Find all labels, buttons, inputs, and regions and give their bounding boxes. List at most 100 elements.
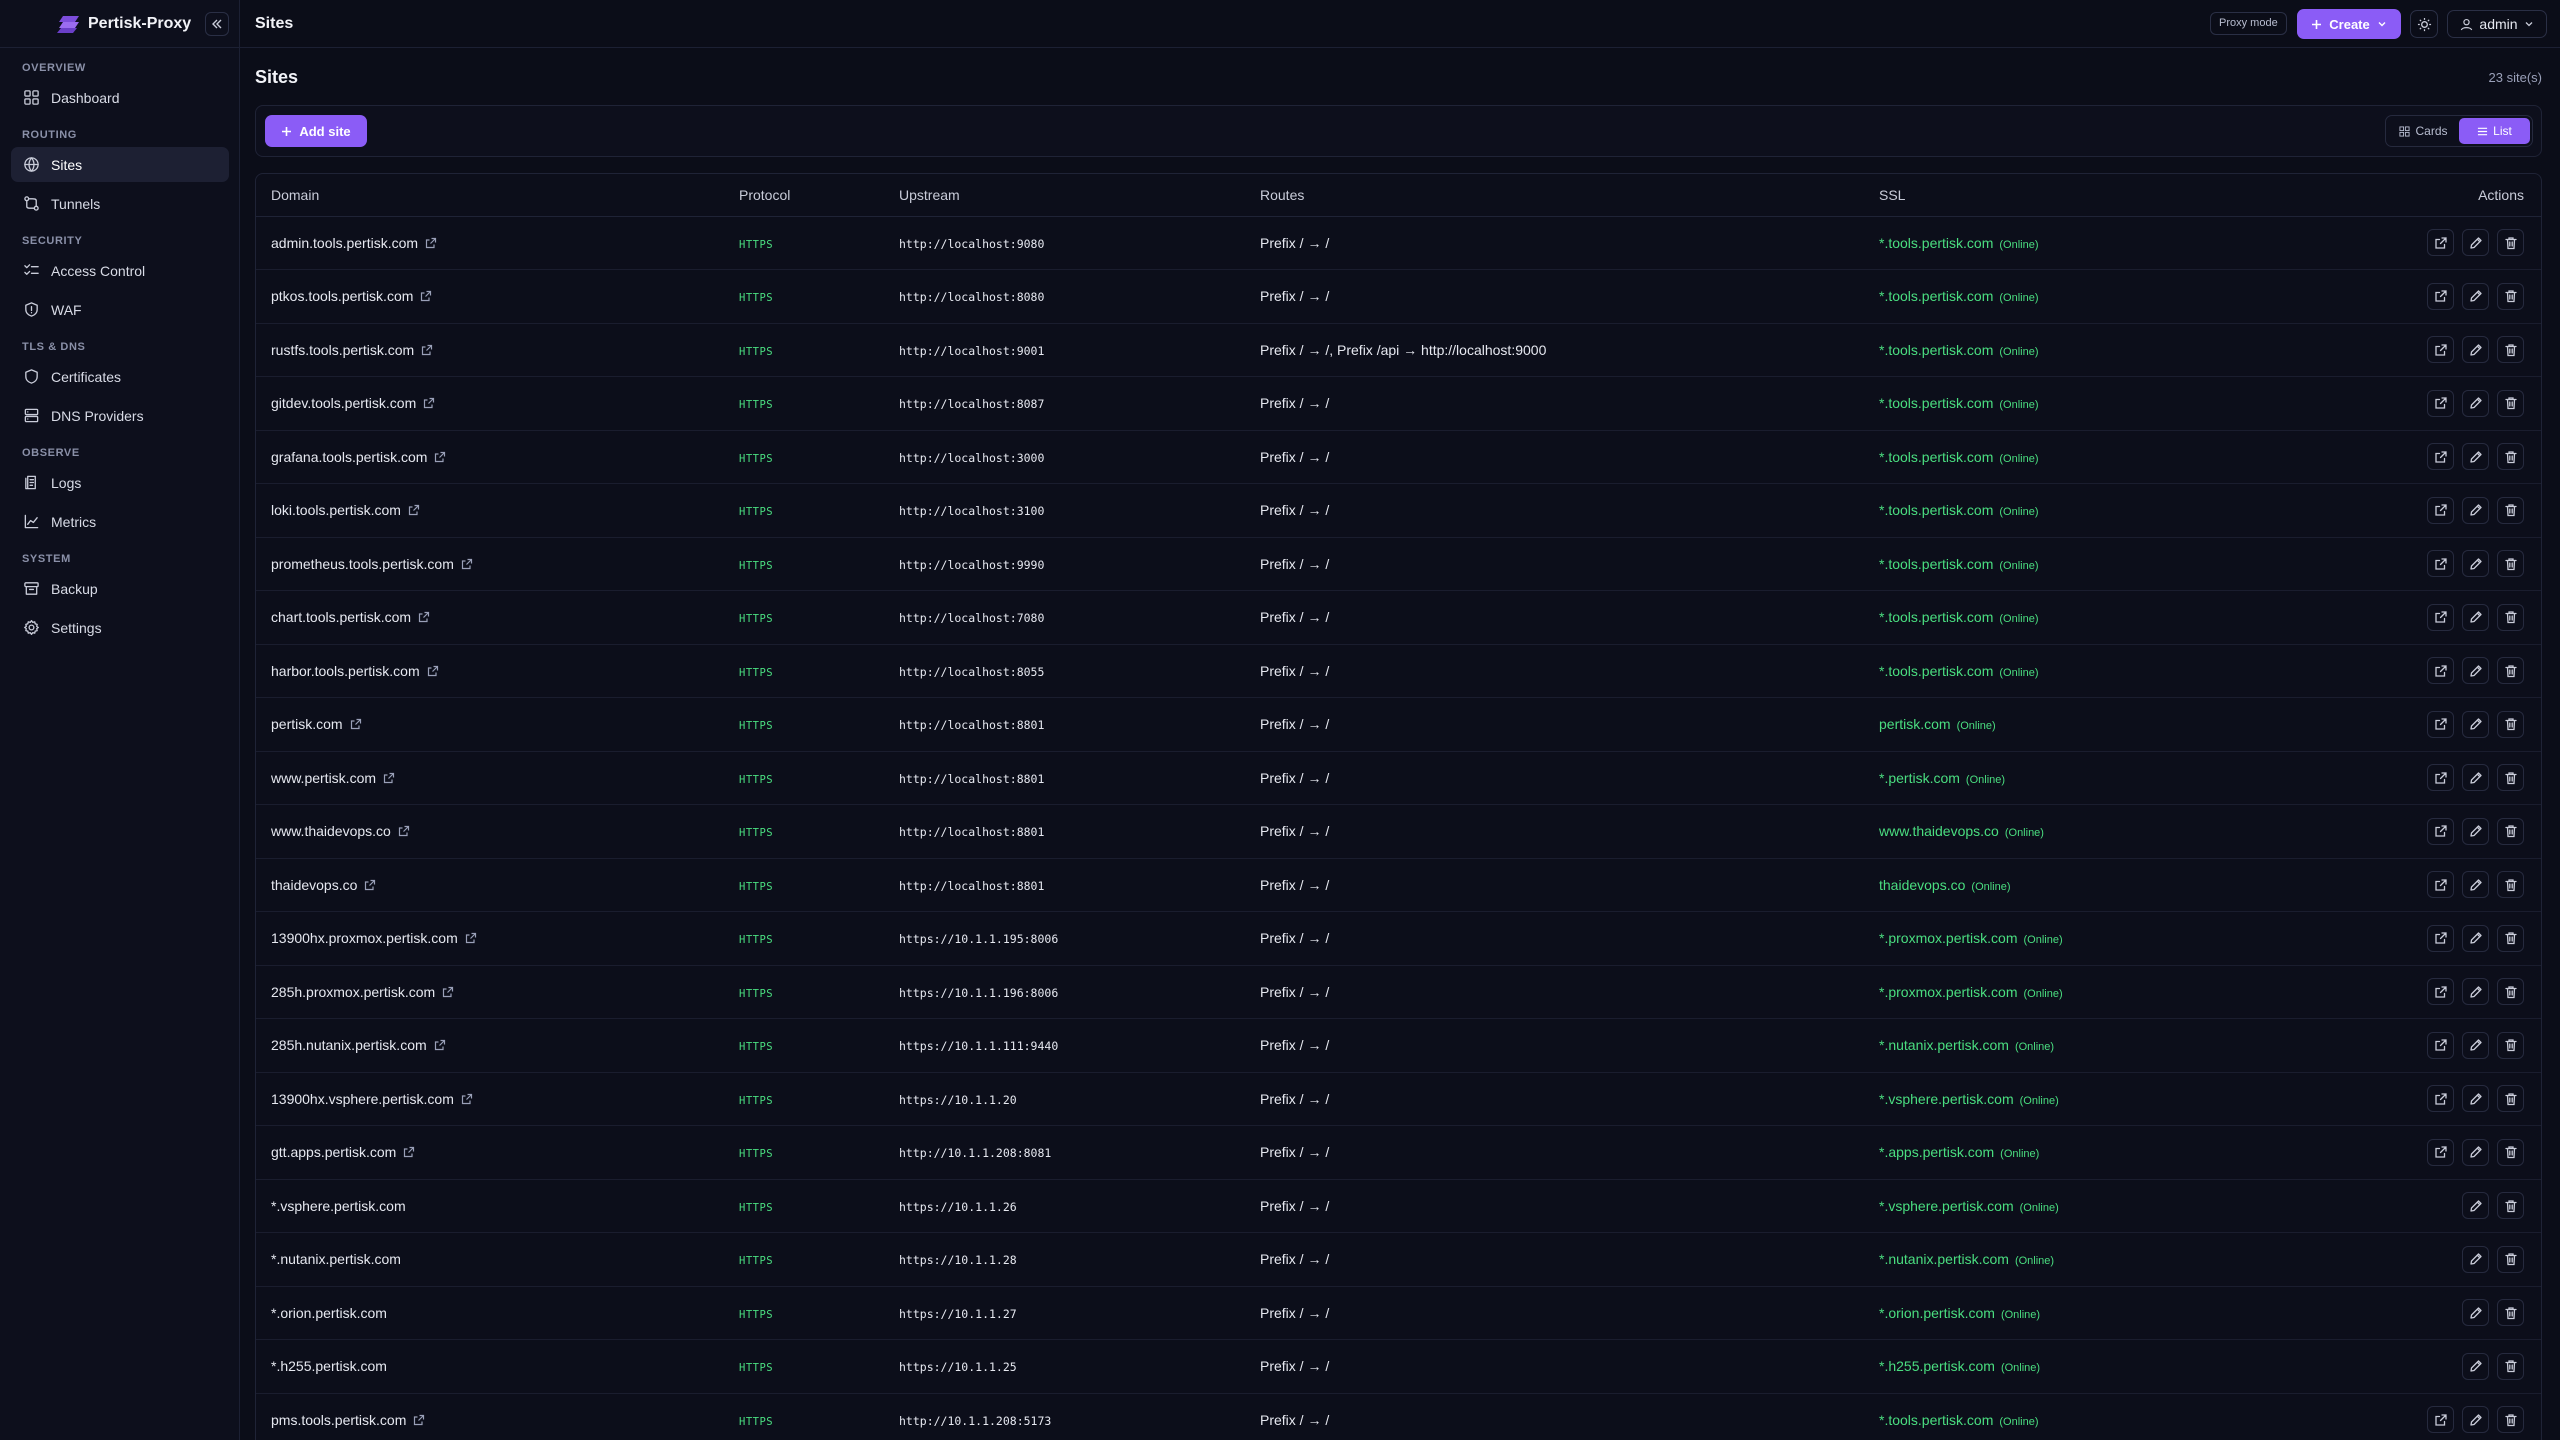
table-row[interactable]: loki.tools.pertisk.com HTTPS http://loca…: [256, 483, 2541, 538]
delete-site-button[interactable]: [2497, 603, 2524, 631]
sidebar-item-tunnels[interactable]: Tunnels: [11, 186, 229, 221]
edit-site-button[interactable]: [2462, 1299, 2489, 1327]
external-link-icon[interactable]: [408, 504, 420, 516]
sidebar-item-sites[interactable]: Sites: [11, 147, 229, 182]
open-site-button[interactable]: [2427, 871, 2454, 899]
open-site-button[interactable]: [2427, 710, 2454, 738]
delete-site-button[interactable]: [2497, 1192, 2524, 1220]
sidebar-item-logs[interactable]: Logs: [11, 465, 229, 500]
external-link-icon[interactable]: [413, 1414, 425, 1426]
edit-site-button[interactable]: [2462, 1192, 2489, 1220]
delete-site-button[interactable]: [2497, 282, 2524, 310]
delete-site-button[interactable]: [2497, 1031, 2524, 1059]
edit-site-button[interactable]: [2462, 389, 2489, 417]
table-row[interactable]: 285h.proxmox.pertisk.com HTTPS https://1…: [256, 965, 2541, 1019]
edit-site-button[interactable]: [2462, 1245, 2489, 1273]
edit-site-button[interactable]: [2462, 550, 2489, 578]
external-link-icon[interactable]: [403, 1146, 415, 1158]
table-row[interactable]: prometheus.tools.pertisk.com HTTPS http:…: [256, 537, 2541, 591]
table-row[interactable]: gtt.apps.pertisk.com HTTPS http://10.1.1…: [256, 1125, 2541, 1180]
table-row[interactable]: 13900hx.vsphere.pertisk.com HTTPS https:…: [256, 1072, 2541, 1126]
theme-toggle-button[interactable]: [2410, 10, 2438, 38]
external-link-icon[interactable]: [420, 290, 432, 302]
table-row[interactable]: *.h255.pertisk.com HTTPS https://10.1.1.…: [256, 1339, 2541, 1394]
sidebar-item-waf[interactable]: WAF: [11, 292, 229, 327]
open-site-button[interactable]: [2427, 336, 2454, 364]
table-row[interactable]: 13900hx.proxmox.pertisk.com HTTPS https:…: [256, 911, 2541, 966]
table-row[interactable]: *.nutanix.pertisk.com HTTPS https://10.1…: [256, 1232, 2541, 1287]
delete-site-button[interactable]: [2497, 871, 2524, 899]
open-site-button[interactable]: [2427, 282, 2454, 310]
sidebar-item-settings[interactable]: Settings: [11, 610, 229, 645]
edit-site-button[interactable]: [2462, 496, 2489, 524]
delete-site-button[interactable]: [2497, 764, 2524, 792]
external-link-icon[interactable]: [350, 718, 362, 730]
open-site-button[interactable]: [2427, 1085, 2454, 1113]
edit-site-button[interactable]: [2462, 443, 2489, 471]
external-link-icon[interactable]: [461, 1093, 473, 1105]
delete-site-button[interactable]: [2497, 1138, 2524, 1166]
external-link-icon[interactable]: [442, 986, 454, 998]
edit-site-button[interactable]: [2462, 603, 2489, 631]
external-link-icon[interactable]: [427, 665, 439, 677]
external-link-icon[interactable]: [434, 1039, 446, 1051]
open-site-button[interactable]: [2427, 603, 2454, 631]
external-link-icon[interactable]: [383, 772, 395, 784]
table-row[interactable]: *.vsphere.pertisk.com HTTPS https://10.1…: [256, 1179, 2541, 1233]
open-site-button[interactable]: [2427, 817, 2454, 845]
create-button[interactable]: Create: [2297, 9, 2401, 39]
open-site-button[interactable]: [2427, 1138, 2454, 1166]
edit-site-button[interactable]: [2462, 1031, 2489, 1059]
external-link-icon[interactable]: [425, 237, 437, 249]
delete-site-button[interactable]: [2497, 229, 2524, 257]
add-site-button[interactable]: Add site: [265, 115, 367, 147]
delete-site-button[interactable]: [2497, 496, 2524, 524]
delete-site-button[interactable]: [2497, 1406, 2524, 1434]
column-header-domain[interactable]: Domain: [256, 174, 724, 217]
collapse-sidebar-button[interactable]: [205, 12, 229, 36]
open-site-button[interactable]: [2427, 229, 2454, 257]
edit-site-button[interactable]: [2462, 657, 2489, 685]
table-row[interactable]: admin.tools.pertisk.com HTTPS http://loc…: [256, 216, 2541, 270]
edit-site-button[interactable]: [2462, 924, 2489, 952]
open-site-button[interactable]: [2427, 978, 2454, 1006]
delete-site-button[interactable]: [2497, 1245, 2524, 1273]
delete-site-button[interactable]: [2497, 1085, 2524, 1113]
edit-site-button[interactable]: [2462, 1085, 2489, 1113]
open-site-button[interactable]: [2427, 764, 2454, 792]
external-link-icon[interactable]: [418, 611, 430, 623]
open-site-button[interactable]: [2427, 443, 2454, 471]
table-row[interactable]: rustfs.tools.pertisk.com HTTPS http://lo…: [256, 323, 2541, 377]
edit-site-button[interactable]: [2462, 710, 2489, 738]
column-header-ssl[interactable]: SSL: [1864, 174, 2364, 217]
view-cards-button[interactable]: Cards: [2388, 118, 2459, 144]
delete-site-button[interactable]: [2497, 710, 2524, 738]
edit-site-button[interactable]: [2462, 336, 2489, 364]
open-site-button[interactable]: [2427, 924, 2454, 952]
table-row[interactable]: www.thaidevops.co HTTPS http://localhost…: [256, 804, 2541, 859]
edit-site-button[interactable]: [2462, 871, 2489, 899]
external-link-icon[interactable]: [421, 344, 433, 356]
table-row[interactable]: grafana.tools.pertisk.com HTTPS http://l…: [256, 430, 2541, 484]
sidebar-item-dns-providers[interactable]: DNS Providers: [11, 398, 229, 433]
delete-site-button[interactable]: [2497, 550, 2524, 578]
external-link-icon[interactable]: [461, 558, 473, 570]
column-header-upstream[interactable]: Upstream: [884, 174, 1245, 217]
edit-site-button[interactable]: [2462, 1406, 2489, 1434]
external-link-icon[interactable]: [364, 879, 376, 891]
sidebar-item-dashboard[interactable]: Dashboard: [11, 80, 229, 115]
open-site-button[interactable]: [2427, 389, 2454, 417]
table-row[interactable]: 285h.nutanix.pertisk.com HTTPS https://1…: [256, 1018, 2541, 1073]
delete-site-button[interactable]: [2497, 978, 2524, 1006]
sidebar-item-certificates[interactable]: Certificates: [11, 359, 229, 394]
open-site-button[interactable]: [2427, 550, 2454, 578]
edit-site-button[interactable]: [2462, 1352, 2489, 1380]
edit-site-button[interactable]: [2462, 1138, 2489, 1166]
user-menu-button[interactable]: admin: [2447, 10, 2547, 38]
edit-site-button[interactable]: [2462, 229, 2489, 257]
external-link-icon[interactable]: [423, 397, 435, 409]
edit-site-button[interactable]: [2462, 764, 2489, 792]
view-list-button[interactable]: List: [2459, 118, 2530, 144]
table-row[interactable]: thaidevops.co HTTPS http://localhost:880…: [256, 858, 2541, 912]
delete-site-button[interactable]: [2497, 389, 2524, 417]
